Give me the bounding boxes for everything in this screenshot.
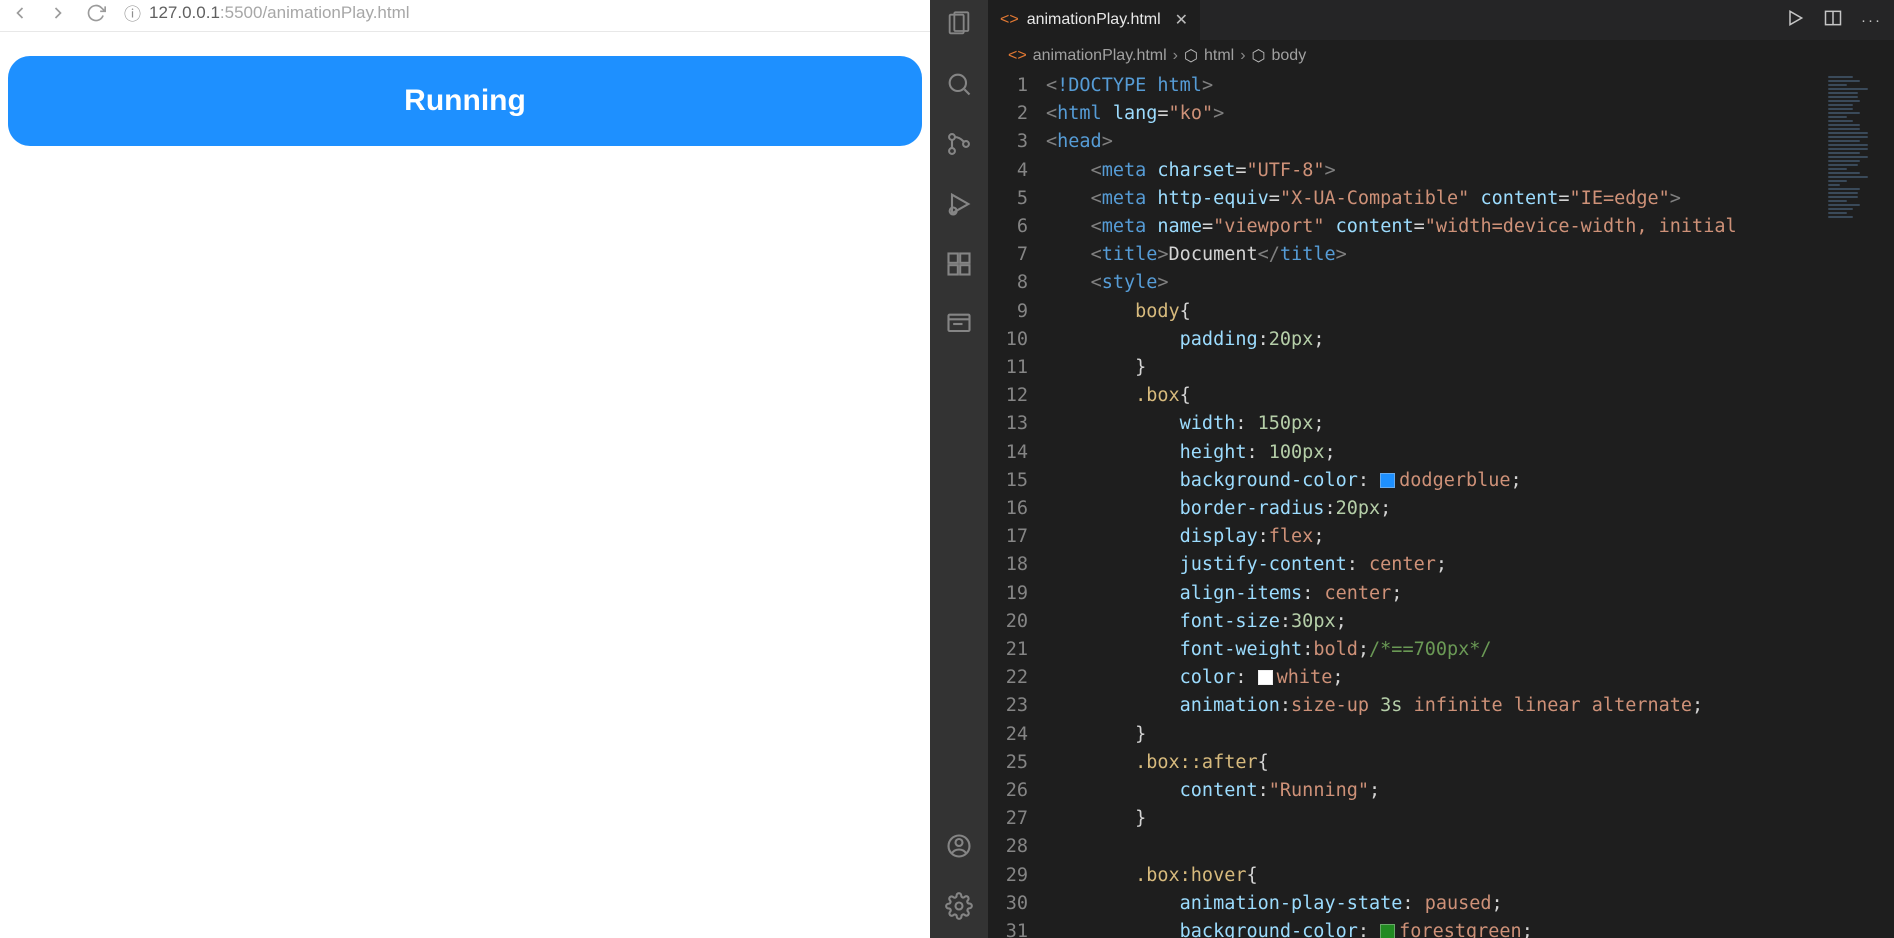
chevron-right-icon: ›	[1173, 47, 1178, 65]
animated-box[interactable]: Running	[8, 56, 922, 146]
extensions-icon[interactable]	[945, 250, 973, 282]
browser-viewport: Running	[0, 32, 930, 938]
run-debug-icon[interactable]	[945, 190, 973, 222]
url-host: 127.0.0.1	[149, 3, 220, 22]
live-preview-icon[interactable]	[945, 310, 973, 342]
close-icon[interactable]: ✕	[1175, 10, 1188, 30]
element-icon: ⬡	[1184, 46, 1198, 66]
split-editor-icon[interactable]	[1823, 8, 1843, 32]
code-editor[interactable]: 1234567891011121314151617181920212223242…	[988, 72, 1894, 938]
browser-pane: ⓘ 127.0.0.1:5500/animationPlay.html Runn…	[0, 0, 930, 938]
browser-toolbar: ⓘ 127.0.0.1:5500/animationPlay.html	[0, 0, 930, 32]
html-file-icon: <>	[1008, 47, 1027, 65]
editor-area: <> animationPlay.html ✕ ··· <> animation…	[988, 0, 1894, 938]
breadcrumb-node: body	[1272, 47, 1307, 65]
settings-gear-icon[interactable]	[945, 892, 973, 924]
back-icon[interactable]	[10, 3, 30, 23]
tab-label: animationPlay.html	[1027, 11, 1161, 29]
forward-icon[interactable]	[48, 3, 68, 23]
editor-tabs: <> animationPlay.html ✕ ···	[988, 0, 1894, 40]
explorer-icon[interactable]	[945, 10, 973, 42]
search-icon[interactable]	[945, 70, 973, 102]
run-icon[interactable]	[1785, 8, 1805, 32]
tab-animationplay[interactable]: <> animationPlay.html ✕	[988, 0, 1200, 40]
activity-bar	[930, 0, 988, 938]
reload-icon[interactable]	[86, 3, 106, 23]
box-label: Running	[404, 84, 526, 118]
address-bar[interactable]: ⓘ 127.0.0.1:5500/animationPlay.html	[124, 0, 920, 25]
breadcrumb-node: html	[1204, 47, 1234, 65]
source-control-icon[interactable]	[945, 130, 973, 162]
code-content[interactable]: <!DOCTYPE html><html lang="ko"><head> <m…	[1046, 72, 1824, 938]
info-icon: ⓘ	[124, 0, 141, 25]
minimap[interactable]	[1824, 72, 1894, 938]
line-number-gutter: 1234567891011121314151617181920212223242…	[988, 72, 1046, 938]
chevron-right-icon: ›	[1240, 47, 1245, 65]
more-icon[interactable]: ···	[1861, 12, 1882, 29]
breadcrumb-file: animationPlay.html	[1033, 47, 1167, 65]
url-path: :5500/animationPlay.html	[220, 3, 410, 22]
html-file-icon: <>	[1000, 11, 1019, 29]
breadcrumb[interactable]: <> animationPlay.html › ⬡ html › ⬡ body	[988, 40, 1894, 72]
accounts-icon[interactable]	[945, 832, 973, 864]
vscode-pane: <> animationPlay.html ✕ ··· <> animation…	[930, 0, 1894, 938]
element-icon: ⬡	[1252, 46, 1266, 66]
